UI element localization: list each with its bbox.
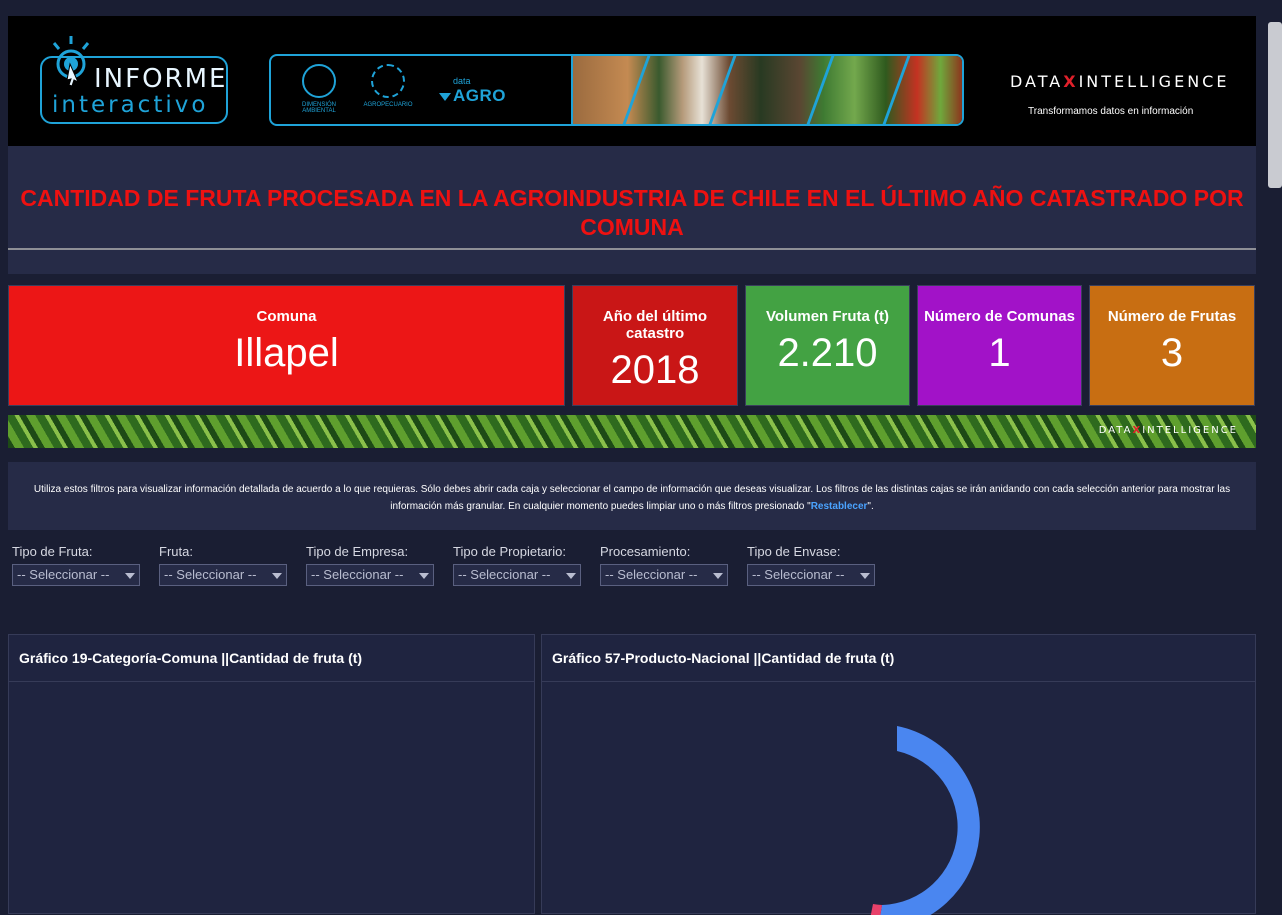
filter-tipo-envase: Tipo de Envase: -- Seleccionar --: [747, 544, 875, 586]
dataagro-logo: data AGRO: [439, 76, 506, 106]
di-right-text: INTELLIGENCE: [1078, 72, 1230, 91]
kpi-value: 2018: [610, 348, 700, 392]
kpi-comuna: Comuna Illapel: [8, 285, 565, 406]
filter-label: Tipo de Propietario:: [453, 544, 566, 559]
kpi-label: Volumen Fruta (t): [765, 308, 890, 325]
divider-stripe: [806, 56, 835, 124]
kpi-value: 1: [988, 331, 1011, 375]
kpi-label: Número de Frutas: [1107, 308, 1237, 325]
kpi-label: Número de Comunas: [924, 308, 1075, 325]
donut-slice-main[interactable]: [878, 726, 980, 915]
partner-agropecuario: AGROPECUARIO: [359, 64, 417, 108]
filter-label: Tipo de Envase:: [747, 544, 841, 559]
chevron-down-icon: [713, 573, 723, 579]
leaves-banner: DATAXINTELLIGENCE: [8, 415, 1256, 448]
kpi-value: Illapel: [234, 331, 339, 375]
filters-row: Tipo de Fruta: -- Seleccionar -- Fruta: …: [8, 544, 1256, 600]
partner1-label: DIMENSIÓN AMBIENTAL: [301, 102, 336, 114]
chart-title: Gráfico 57-Producto-Nacional ||Cantidad …: [542, 635, 1255, 682]
fruta-select[interactable]: -- Seleccionar --: [159, 564, 287, 586]
partner-dimension-ambiental: DIMENSIÓN AMBIENTAL: [291, 64, 347, 114]
donut-slice-second[interactable]: [868, 904, 882, 915]
page-scrollbar[interactable]: [1264, 16, 1282, 894]
logo-line1: INFORME: [94, 64, 228, 94]
dataagro-small: data: [453, 76, 471, 86]
filter-procesamiento: Procesamiento: -- Seleccionar --: [600, 544, 728, 586]
title-panel: CANTIDAD DE FRUTA PROCESADA EN LA AGROIN…: [8, 146, 1256, 274]
informe-interactivo-logo: INFORME interactivo: [38, 34, 230, 128]
filter-instructions: Utiliza estos filtros para visualizar in…: [8, 462, 1256, 530]
select-value: -- Seleccionar --: [752, 567, 845, 582]
kpi-label: Año del último catastro: [602, 308, 708, 342]
kpi-value: 2.210: [777, 331, 878, 375]
kpi-row: Comuna Illapel Año del último catastro 2…: [8, 285, 1256, 406]
di-left-text: DATA: [1098, 425, 1133, 436]
chart-card-producto-nacional: Gráfico 57-Producto-Nacional ||Cantidad …: [541, 634, 1256, 915]
chart-card-categoria-comuna: Gráfico 19-Categoría-Comuna ||Cantidad d…: [8, 634, 535, 914]
chevron-down-icon: [566, 573, 576, 579]
charts-row: Gráfico 19-Categoría-Comuna ||Cantidad d…: [8, 634, 1256, 915]
agro-photo-collage: [571, 56, 962, 124]
chart-title: Gráfico 19-Categoría-Comuna ||Cantidad d…: [9, 635, 534, 682]
filter-label: Fruta:: [159, 544, 193, 559]
dataagro-big: AGRO: [453, 86, 506, 105]
x-icon: X: [1063, 72, 1079, 91]
filter-label: Procesamiento:: [600, 544, 691, 559]
select-value: -- Seleccionar --: [164, 567, 257, 582]
di-right-text: INTELLIGENCE: [1142, 425, 1238, 436]
select-value: -- Seleccionar --: [458, 567, 551, 582]
chevron-down-icon: [125, 573, 135, 579]
dashboard: INFORME interactivo DIMENSIÓN AMBIENTAL …: [8, 16, 1256, 915]
filter-tipo-fruta: Tipo de Fruta: -- Seleccionar --: [12, 544, 140, 586]
data-intelligence-logo: DATAXINTELLIGENCE: [1010, 72, 1229, 91]
restablecer-link[interactable]: Restablecer: [811, 501, 868, 512]
tipo-envase-select[interactable]: -- Seleccionar --: [747, 564, 875, 586]
title-divider: [8, 248, 1256, 250]
chevron-down-icon: [419, 573, 429, 579]
filter-tipo-propietario: Tipo de Propietario: -- Seleccionar --: [453, 544, 581, 586]
header-banner: INFORME interactivo DIMENSIÓN AMBIENTAL …: [8, 16, 1256, 146]
partners-strip: DIMENSIÓN AMBIENTAL AGROPECUARIO data AG…: [269, 54, 964, 126]
kpi-label: Comuna: [256, 308, 317, 325]
select-value: -- Seleccionar --: [17, 567, 110, 582]
seal-icon: [302, 64, 336, 98]
kpi-volumen-fruta: Volumen Fruta (t) 2.210: [745, 285, 910, 406]
divider-stripe: [622, 56, 651, 124]
gear-seal-icon: [371, 64, 405, 98]
tipo-propietario-select[interactable]: -- Seleccionar --: [453, 564, 581, 586]
page-title: CANTIDAD DE FRUTA PROCESADA EN LA AGROIN…: [20, 185, 1244, 240]
tipo-empresa-select[interactable]: -- Seleccionar --: [306, 564, 434, 586]
tipo-fruta-select[interactable]: -- Seleccionar --: [12, 564, 140, 586]
chevron-down-icon: [272, 573, 282, 579]
filter-label: Tipo de Fruta:: [12, 544, 93, 559]
scrollbar-thumb[interactable]: [1268, 22, 1282, 188]
instructions-text: Utiliza estos filtros para visualizar in…: [33, 484, 1231, 512]
kpi-numero-frutas: Número de Frutas 3: [1089, 285, 1255, 406]
kpi-anio-catastro: Año del último catastro 2018: [572, 285, 738, 406]
chevron-down-icon: [860, 573, 870, 579]
divider-stripe: [882, 56, 911, 124]
select-value: -- Seleccionar --: [605, 567, 698, 582]
data-intelligence-small-logo: DATAXINTELLIGENCE: [1099, 425, 1238, 436]
logo-line2: interactivo: [52, 92, 209, 118]
divider-stripe: [708, 56, 737, 124]
di-left-text: DATA: [1010, 72, 1064, 91]
instructions-end: ".: [867, 501, 874, 512]
procesamiento-select[interactable]: -- Seleccionar --: [600, 564, 728, 586]
select-value: -- Seleccionar --: [311, 567, 404, 582]
partner2-label: AGROPECUARIO: [363, 102, 413, 108]
triangle-icon: [439, 93, 451, 101]
donut-chart: [868, 726, 980, 915]
x-icon: X: [1132, 425, 1143, 436]
filter-tipo-empresa: Tipo de Empresa: -- Seleccionar --: [306, 544, 434, 586]
kpi-numero-comunas: Número de Comunas 1: [917, 285, 1082, 406]
filter-fruta: Fruta: -- Seleccionar --: [159, 544, 287, 586]
filter-label: Tipo de Empresa:: [306, 544, 409, 559]
di-tagline: Transformamos datos en información: [1028, 106, 1194, 117]
kpi-value: 3: [1160, 331, 1184, 375]
